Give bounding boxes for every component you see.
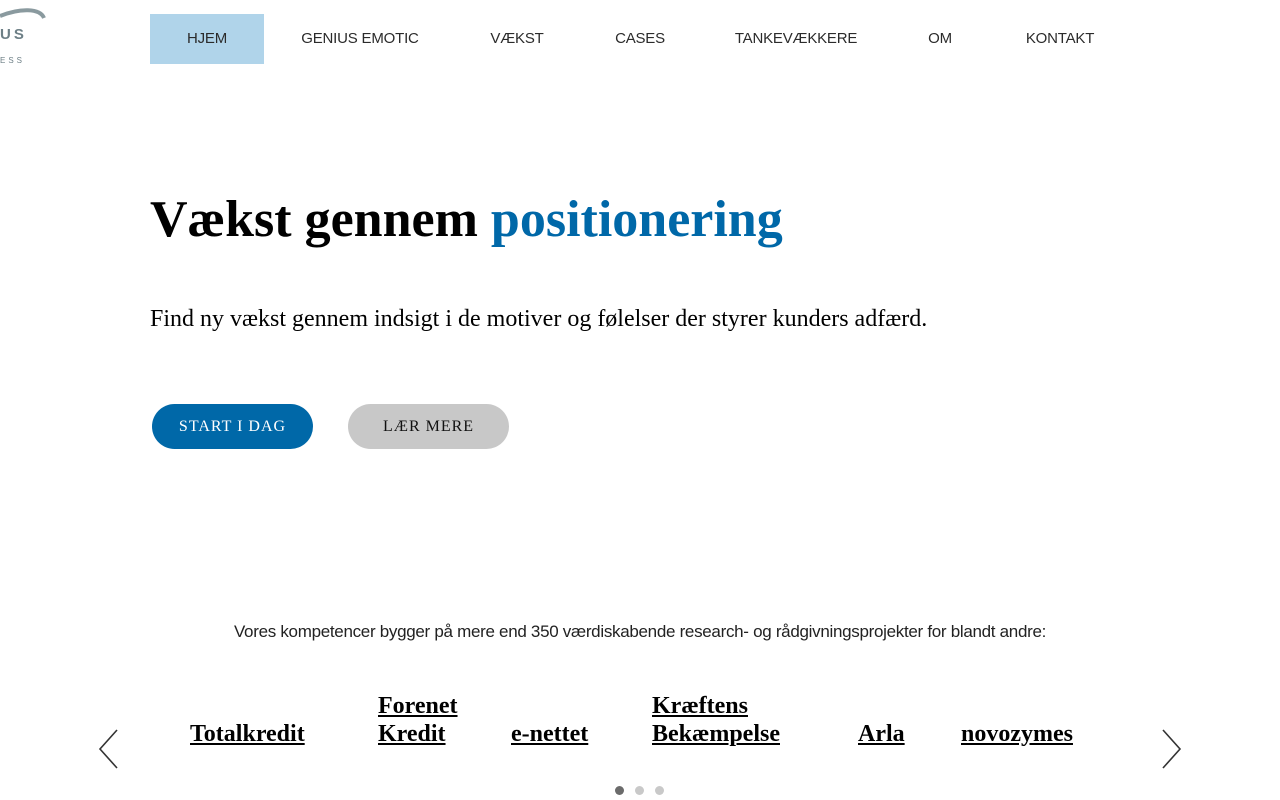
client-logo-kraeftens-bekaempelse[interactable]: Kræftens Bekæmpelse [652, 692, 780, 748]
logo-wordmark: US [0, 26, 27, 43]
hero-title-plain: Vækst gennem [150, 191, 478, 248]
client-logo-totalkredit[interactable]: Totalkredit [190, 720, 305, 748]
chevron-left-icon [98, 729, 118, 769]
chevron-right-icon [1162, 729, 1182, 769]
carousel-dot-3[interactable] [655, 786, 664, 795]
competence-text: Vores kompetencer bygger på mere end 350… [233, 622, 1047, 641]
client-carousel: Totalkredit Forenet Kredit e-nettet Kræf… [0, 680, 1280, 800]
nav-item-cases[interactable]: CASES [604, 14, 676, 64]
carousel-dot-2[interactable] [635, 786, 644, 795]
client-name: novozymes [961, 721, 1073, 747]
start-today-button[interactable]: START I DAG [152, 404, 313, 449]
learn-more-button[interactable]: LÆR MERE [348, 404, 509, 449]
client-logo-forenet-kredit[interactable]: Forenet Kredit [378, 692, 458, 748]
logo[interactable]: US ESS [0, 0, 60, 80]
nav-item-tankevaekkere[interactable]: TANKEVÆKKERE [728, 14, 864, 64]
client-logo-novozymes[interactable]: novozymes [961, 720, 1073, 748]
client-name: Totalkredit [190, 721, 305, 747]
client-name-line2: Kredit [378, 721, 446, 747]
carousel-dot-1[interactable] [615, 786, 624, 795]
hero-title: Vækst gennem positionering [150, 190, 783, 249]
nav-item-hjem[interactable]: HJEM [150, 14, 264, 64]
client-name-line1: Forenet [378, 693, 458, 719]
client-name: Arla [858, 721, 905, 747]
hero-subtitle: Find ny vækst gennem indsigt i de motive… [150, 306, 928, 332]
nav-item-genius-emotic[interactable]: GENIUS EMOTIC [288, 14, 432, 64]
nav-item-vaekst[interactable]: VÆKST [482, 14, 552, 64]
client-logo-e-nettet[interactable]: e-nettet [511, 720, 588, 748]
nav-item-kontakt[interactable]: KONTAKT [1016, 14, 1104, 64]
logo-tagline: ESS [0, 56, 26, 65]
client-name-line2: Bekæmpelse [652, 721, 780, 747]
hero-title-accent: positionering [490, 191, 783, 248]
client-name-line1: Kræftens [652, 693, 748, 719]
nav-item-om[interactable]: OM [918, 14, 962, 64]
main-navigation: HJEM GENIUS EMOTIC VÆKST CASES TANKEVÆKK… [150, 14, 1140, 64]
client-logo-arla[interactable]: Arla [858, 720, 905, 748]
client-name: e-nettet [511, 721, 589, 747]
carousel-next-button[interactable] [1159, 728, 1183, 770]
carousel-prev-button[interactable] [97, 728, 121, 770]
